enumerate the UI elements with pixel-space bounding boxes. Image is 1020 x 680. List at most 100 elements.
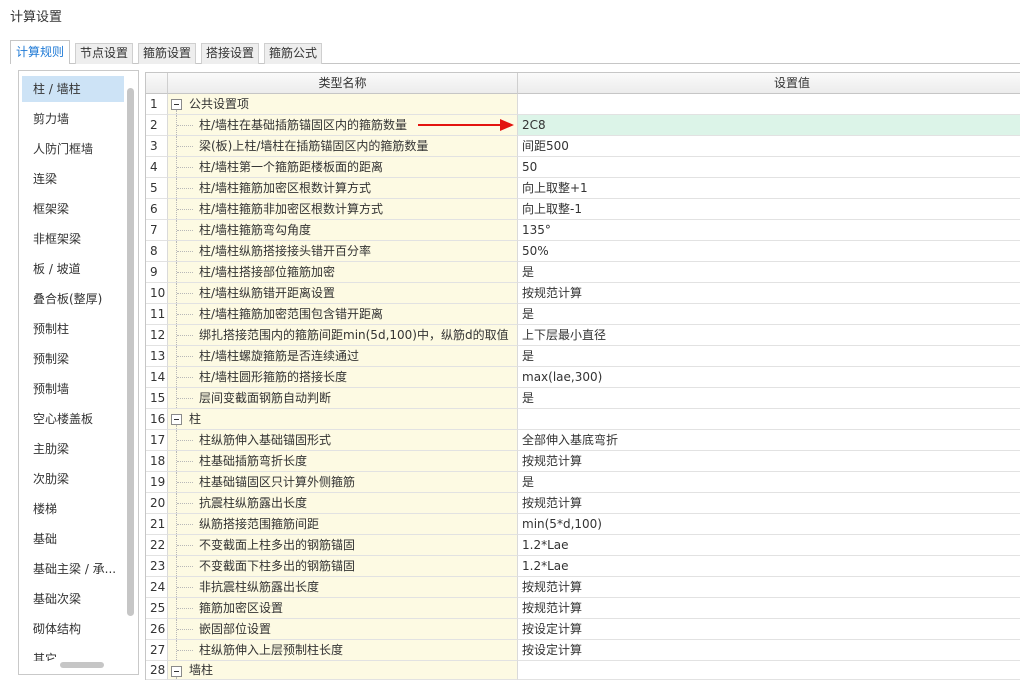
group-row[interactable]: 16 柱 — [146, 409, 1020, 430]
setting-value-cell[interactable]: 间距500 — [518, 136, 1020, 157]
collapse-minus-icon[interactable] — [171, 666, 182, 677]
table-row[interactable]: 22 不变截面上柱多出的钢筋锚固 1.2*Lae — [146, 535, 1020, 556]
sidebar-item[interactable]: 次肋梁 — [22, 466, 124, 492]
column-header-setting-value[interactable]: 设置值 — [518, 73, 1020, 94]
table-row[interactable]: 6 柱/墙柱箍筋非加密区根数计算方式 向上取整-1 — [146, 199, 1020, 220]
collapse-minus-icon[interactable] — [171, 414, 182, 425]
setting-name-cell: 不变截面上柱多出的钢筋锚固 — [168, 535, 518, 556]
setting-value-cell[interactable]: 是 — [518, 262, 1020, 283]
tree-connector — [177, 398, 193, 399]
sidebar-item[interactable]: 框架梁 — [22, 196, 124, 222]
sidebar-item[interactable]: 人防门框墙 — [22, 136, 124, 162]
sidebar-item[interactable]: 预制柱 — [22, 316, 124, 342]
tab-calculation-rules[interactable]: 计算规则 — [10, 40, 70, 64]
sidebar-horizontal-scrollbar[interactable] — [60, 662, 104, 668]
row-number-cell: 8 — [146, 241, 168, 262]
setting-value-cell[interactable]: 是 — [518, 304, 1020, 325]
row-number-cell: 25 — [146, 598, 168, 619]
setting-value-cell[interactable]: 向上取整+1 — [518, 178, 1020, 199]
table-row[interactable]: 15 层间变截面钢筋自动判断 是 — [146, 388, 1020, 409]
table-row[interactable]: 24 非抗震柱纵筋露出长度 按规范计算 — [146, 577, 1020, 598]
sidebar-item[interactable]: 叠合板(整厚) — [22, 286, 124, 312]
table-row[interactable]: 13 柱/墙柱螺旋箍筋是否连续通过 是 — [146, 346, 1020, 367]
setting-value-cell[interactable]: 50 — [518, 157, 1020, 178]
table-row[interactable]: 8 柱/墙柱纵筋搭接接头错开百分率 50% — [146, 241, 1020, 262]
setting-name-cell: 柱/墙柱纵筋搭接接头错开百分率 — [168, 241, 518, 262]
table-row[interactable]: 21 纵筋搭接范围箍筋间距 min(5*d,100) — [146, 514, 1020, 535]
table-row[interactable]: 19 柱基础锚固区只计算外侧箍筋 是 — [146, 472, 1020, 493]
setting-value-cell[interactable]: 是 — [518, 388, 1020, 409]
sidebar-item[interactable]: 柱 / 墙柱 — [22, 76, 124, 102]
group-row[interactable]: 28 墙柱 — [146, 661, 1020, 680]
sidebar-item[interactable]: 砌体结构 — [22, 616, 124, 642]
setting-value-cell[interactable]: 按设定计算 — [518, 619, 1020, 640]
setting-value-cell[interactable]: 上下层最小直径 — [518, 325, 1020, 346]
sidebar-vertical-scrollbar[interactable] — [127, 88, 134, 616]
sidebar-item[interactable]: 连梁 — [22, 166, 124, 192]
sidebar-item[interactable]: 基础主梁 / 承... — [22, 556, 124, 582]
table-row[interactable]: 25 箍筋加密区设置 按规范计算 — [146, 598, 1020, 619]
table-row[interactable]: 17 柱纵筋伸入基础锚固形式 全部伸入基底弯折 — [146, 430, 1020, 451]
sidebar-item[interactable]: 楼梯 — [22, 496, 124, 522]
table-row[interactable]: 2 柱/墙柱在基础插筋锚固区内的箍筋数量 2C8 — [146, 115, 1020, 136]
setting-value-cell[interactable]: 是 — [518, 472, 1020, 493]
table-row[interactable]: 4 柱/墙柱第一个箍筋距楼板面的距离 50 — [146, 157, 1020, 178]
setting-name-cell: 柱纵筋伸入上层预制柱长度 — [168, 640, 518, 661]
tree-connector — [177, 503, 193, 504]
setting-value-cell[interactable]: 1.2*Lae — [518, 556, 1020, 577]
sidebar-item[interactable]: 基础 — [22, 526, 124, 552]
table-row[interactable]: 26 嵌固部位设置 按设定计算 — [146, 619, 1020, 640]
table-row[interactable]: 18 柱基础插筋弯折长度 按规范计算 — [146, 451, 1020, 472]
setting-name-cell: 梁(板)上柱/墙柱在插筋锚固区内的箍筋数量 — [168, 136, 518, 157]
table-row[interactable]: 3 梁(板)上柱/墙柱在插筋锚固区内的箍筋数量 间距500 — [146, 136, 1020, 157]
setting-value-cell[interactable]: 按规范计算 — [518, 493, 1020, 514]
tab-bar: 计算规则 节点设置 箍筋设置 搭接设置 箍筋公式 — [10, 40, 322, 64]
table-row[interactable]: 7 柱/墙柱箍筋弯勾角度 135° — [146, 220, 1020, 241]
setting-value-cell[interactable]: 按规范计算 — [518, 598, 1020, 619]
setting-name-cell: 嵌固部位设置 — [168, 619, 518, 640]
setting-name: 柱/墙柱箍筋弯勾角度 — [199, 223, 312, 237]
table-row[interactable]: 11 柱/墙柱箍筋加密范围包含错开距离 是 — [146, 304, 1020, 325]
sidebar-item[interactable]: 主肋梁 — [22, 436, 124, 462]
sidebar-item[interactable]: 空心楼盖板 — [22, 406, 124, 432]
sidebar-item[interactable]: 预制梁 — [22, 346, 124, 372]
sidebar-item[interactable]: 预制墙 — [22, 376, 124, 402]
table-row[interactable]: 27 柱纵筋伸入上层预制柱长度 按设定计算 — [146, 640, 1020, 661]
tree-connector — [176, 425, 177, 429]
tab-node-settings[interactable]: 节点设置 — [75, 43, 133, 64]
setting-value-cell[interactable]: 按规范计算 — [518, 577, 1020, 598]
setting-value-cell[interactable]: 是 — [518, 346, 1020, 367]
sidebar-item[interactable]: 其它 — [22, 646, 124, 661]
sidebar-item[interactable]: 非框架梁 — [22, 226, 124, 252]
table-row[interactable]: 5 柱/墙柱箍筋加密区根数计算方式 向上取整+1 — [146, 178, 1020, 199]
setting-value-cell[interactable]: 按设定计算 — [518, 640, 1020, 661]
table-row[interactable]: 9 柱/墙柱搭接部位箍筋加密 是 — [146, 262, 1020, 283]
setting-value-cell[interactable]: 2C8 — [518, 115, 1020, 136]
table-row[interactable]: 14 柱/墙柱圆形箍筋的搭接长度 max(lae,300) — [146, 367, 1020, 388]
tab-stirrup-formula[interactable]: 箍筋公式 — [264, 43, 322, 64]
setting-value-cell[interactable]: 按规范计算 — [518, 283, 1020, 304]
setting-value-cell[interactable]: 50% — [518, 241, 1020, 262]
sidebar-item[interactable]: 板 / 坡道 — [22, 256, 124, 282]
tab-lap-settings[interactable]: 搭接设置 — [201, 43, 259, 64]
group-row[interactable]: 1 公共设置项 — [146, 94, 1020, 115]
sidebar-item[interactable]: 基础次梁 — [22, 586, 124, 612]
column-header-type-name[interactable]: 类型名称 — [168, 73, 518, 94]
sidebar-item[interactable]: 剪力墙 — [22, 106, 124, 132]
setting-value-cell[interactable]: max(lae,300) — [518, 367, 1020, 388]
table-row[interactable]: 10 柱/墙柱纵筋错开距离设置 按规范计算 — [146, 283, 1020, 304]
setting-value-cell[interactable]: 1.2*Lae — [518, 535, 1020, 556]
setting-name-cell: 柱纵筋伸入基础锚固形式 — [168, 430, 518, 451]
table-row[interactable]: 23 不变截面下柱多出的钢筋锚固 1.2*Lae — [146, 556, 1020, 577]
setting-value-cell — [518, 409, 1020, 430]
setting-value-cell[interactable]: 向上取整-1 — [518, 199, 1020, 220]
table-row[interactable]: 12 绑扎搭接范围内的箍筋间距min(5d,100)中，纵筋d的取值 上下层最小直径 — [146, 325, 1020, 346]
setting-value-cell[interactable]: min(5*d,100) — [518, 514, 1020, 535]
setting-value-cell[interactable]: 135° — [518, 220, 1020, 241]
setting-value-cell[interactable]: 按规范计算 — [518, 451, 1020, 472]
tab-stirrup-settings[interactable]: 箍筋设置 — [138, 43, 196, 64]
setting-name: 抗震柱纵筋露出长度 — [199, 496, 308, 510]
table-row[interactable]: 20 抗震柱纵筋露出长度 按规范计算 — [146, 493, 1020, 514]
setting-value-cell[interactable]: 全部伸入基底弯折 — [518, 430, 1020, 451]
collapse-minus-icon[interactable] — [171, 99, 182, 110]
